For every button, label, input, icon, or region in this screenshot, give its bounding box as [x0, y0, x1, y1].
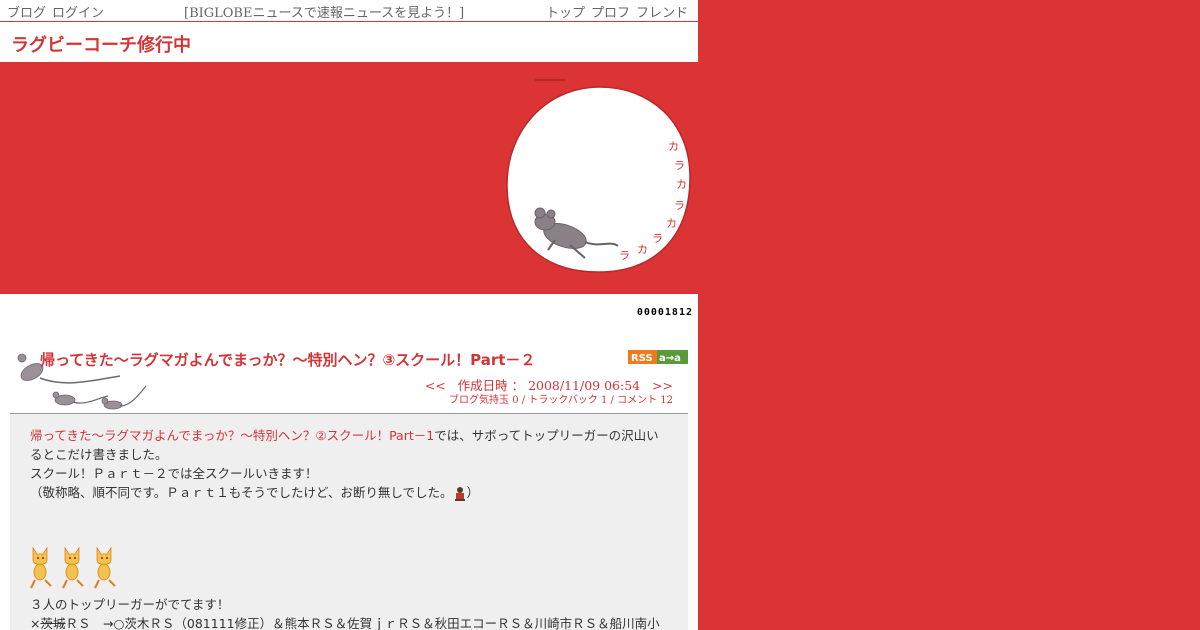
rss-badge: a→a: [659, 353, 681, 364]
dancing-cats-icon: [30, 546, 116, 589]
entry-title[interactable]: 帰ってきた～ラグマガよんでまっか？～特別ヘン？③スクール！Part－２: [40, 349, 535, 370]
access-counter: 00001812: [636, 307, 693, 318]
banner-char-8: ラ: [619, 249, 630, 262]
content-line-5-prefix: ×: [30, 616, 41, 630]
blog-title[interactable]: ラグビーコーチ修行中: [11, 31, 191, 57]
friend-link[interactable]: フレンド: [636, 6, 688, 21]
banner-char-2: ラ: [674, 159, 685, 172]
previous-part-link[interactable]: 帰ってきた～ラグマガよんでまっか？～特別ヘン？②スクール！Part－1: [30, 428, 434, 443]
top-nav-left: ブログ ログイン: [7, 2, 104, 21]
banner-char-6: ラ: [652, 232, 663, 245]
login-link[interactable]: ログイン: [52, 6, 104, 21]
banner-char-5: カ: [666, 217, 677, 230]
rss-icon[interactable]: RSS a→a: [628, 350, 688, 364]
bowing-person-icon: [454, 486, 465, 501]
blog-page: ブログ ログイン [BIGLOBEニュースで速報ニュースを見よう！] トップ プロフ…: [0, 0, 698, 630]
rss-label: RSS: [631, 353, 653, 364]
profile-link[interactable]: プロフ: [591, 6, 630, 21]
banner-char-3: カ: [676, 178, 687, 191]
top-nav-right: トップ プロフ フレンド: [546, 2, 688, 21]
content-line-3: （敬称略、順不同です。Ｐａｒｔ１もそうでしたけど、お断り無しでした。: [30, 485, 453, 500]
content-line-5: ×茨城ＲＳ →○茨木ＲＳ（081111修正）＆熊本ＲＳ＆佐賀ｊｒＲＳ＆秋田エコー…: [30, 613, 660, 630]
top-link[interactable]: トップ: [546, 6, 585, 21]
banner-char-1: カ: [668, 140, 679, 153]
struck-text: 茨城: [40, 616, 66, 630]
top-nav-bar: ブログ ログイン [BIGLOBEニュースで速報ニュースを見よう！] トップ プロフ…: [0, 0, 698, 22]
content-line-4: ３人のトップリーガーがでてます！: [30, 597, 230, 612]
header-banner: カ ラ カ ラ カ ラ カ ラ: [0, 62, 698, 294]
blog-link[interactable]: ブログ: [7, 6, 46, 21]
content-line-5-rest: ＲＳ →○茨木ＲＳ（081111修正）＆熊本ＲＳ＆佐賀ｊｒＲＳ＆秋田エコーＲＳ＆…: [65, 616, 660, 630]
content-line-2: スクール！Ｐａｒｔ－２では全スクールいきます！: [30, 466, 318, 481]
news-link[interactable]: [BIGLOBEニュースで速報ニュースを見よう！]: [184, 2, 464, 21]
entry-stats[interactable]: ブログ気持玉 0 / トラックバック 1 / コメント 12: [449, 391, 673, 406]
content-line-3-end: ）: [466, 485, 480, 500]
prev-entry-link[interactable]: <<: [425, 378, 446, 393]
banner-char-4: ラ: [674, 199, 685, 212]
banner-char-7: カ: [637, 243, 648, 256]
entry-content: 帰ってきた～ラグマガよんでまっか？～特別ヘン？②スクール！Part－1では、サボ…: [30, 426, 670, 502]
entry-body: 帰ってきた～ラグマガよんでまっか？～特別ヘン？②スクール！Part－1では、サボ…: [10, 414, 688, 630]
banner-illustration: カ ラ カ ラ カ ラ カ ラ: [506, 79, 691, 273]
